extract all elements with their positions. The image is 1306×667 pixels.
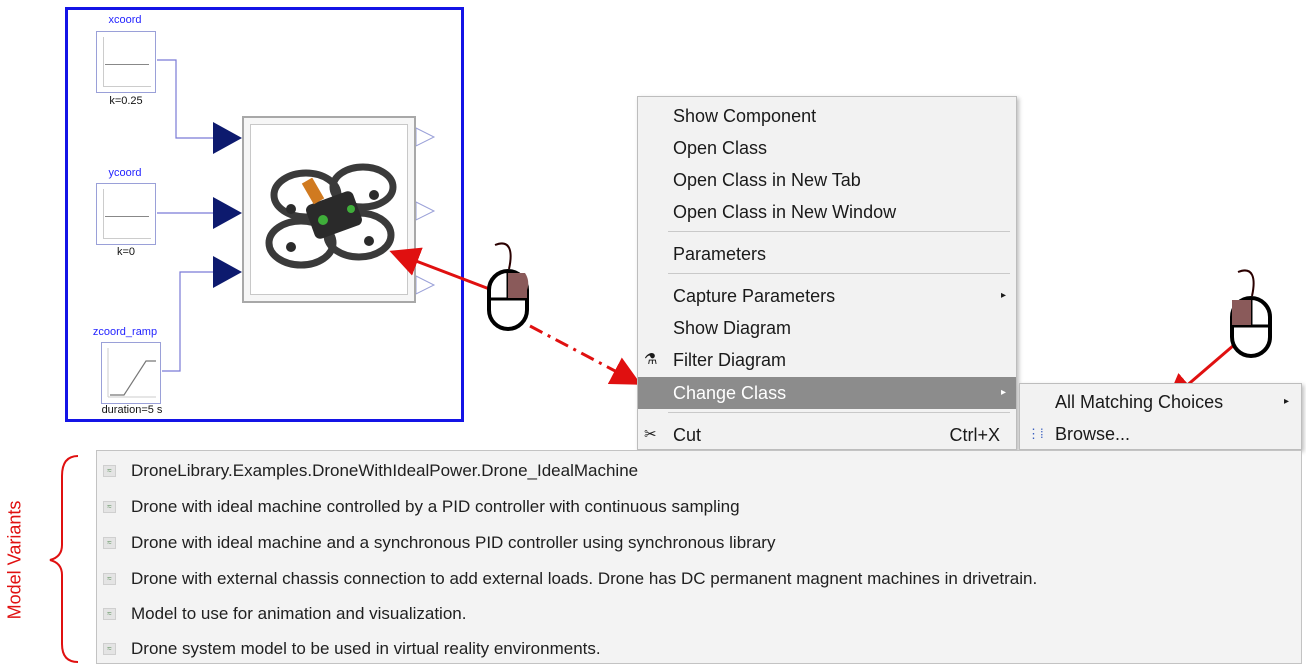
menu-item-label: Parameters	[673, 244, 767, 264]
list-item-label: Drone system model to be used in virtual…	[131, 639, 601, 658]
filter-icon: ⚗	[644, 351, 658, 368]
menu-item-label: Show Component	[673, 106, 817, 126]
submenu-arrow-icon: ▸	[1000, 290, 1006, 301]
list-item-label: Model to use for animation and visualiza…	[131, 604, 467, 623]
list-item[interactable]: ≈ Drone with ideal machine controlled by…	[97, 489, 1301, 525]
menu-item-open-class-new-tab[interactable]: Open Class in New Tab	[638, 164, 1016, 196]
menu-item-label: Cut	[673, 425, 702, 445]
change-class-submenu: All Matching Choices ▸ ⋮⁞ Browse...	[1019, 383, 1302, 450]
menu-item-show-component[interactable]: Show Component	[638, 100, 1016, 132]
submenu-item-label: Browse...	[1055, 424, 1131, 444]
list-item[interactable]: ≈ Drone with external chassis connection…	[97, 561, 1301, 597]
menu-separator	[668, 231, 1010, 232]
model-class-icon: ≈	[103, 537, 116, 549]
menu-item-label: Open Class	[673, 138, 768, 158]
menu-item-label: Filter Diagram	[673, 350, 787, 370]
model-class-icon: ≈	[103, 608, 116, 620]
menu-item-label: Open Class in New Tab	[673, 170, 861, 190]
menu-item-open-class-new-window[interactable]: Open Class in New Window	[638, 196, 1016, 228]
submenu-item-all-matching-choices[interactable]: All Matching Choices ▸	[1020, 386, 1301, 418]
list-item[interactable]: ≈ DroneLibrary.Examples.DroneWithIdealPo…	[97, 453, 1301, 489]
model-variants-annotation: Model Variants	[0, 470, 30, 650]
submenu-item-label: All Matching Choices	[1055, 392, 1224, 412]
list-item-label: DroneLibrary.Examples.DroneWithIdealPowe…	[131, 461, 639, 480]
menu-item-open-class[interactable]: Open Class	[638, 132, 1016, 164]
submenu-item-browse[interactable]: ⋮⁞ Browse...	[1020, 418, 1301, 450]
model-class-icon: ≈	[103, 573, 116, 585]
menu-separator	[668, 273, 1010, 274]
menu-item-change-class[interactable]: Change Class ▸	[638, 377, 1016, 409]
menu-item-label: Change Class	[673, 383, 787, 403]
menu-item-parameters[interactable]: Parameters	[638, 238, 1016, 270]
mouse-icon	[487, 242, 529, 331]
menu-item-filter-diagram[interactable]: ⚗ Filter Diagram	[638, 344, 1016, 376]
list-item[interactable]: ≈ Drone with ideal machine and a synchro…	[97, 525, 1301, 561]
menu-item-cut[interactable]: ✂ Cut Ctrl+X	[638, 419, 1016, 451]
mouse-icon	[1230, 269, 1272, 358]
submenu-arrow-icon: ▸	[1283, 396, 1289, 407]
menu-item-label: Capture Parameters	[673, 286, 836, 306]
list-item-label: Drone with ideal machine controlled by a…	[131, 497, 740, 516]
menu-item-label: Open Class in New Window	[673, 202, 897, 222]
model-class-icon: ≈	[103, 643, 116, 655]
menu-item-show-diagram[interactable]: Show Diagram	[638, 312, 1016, 344]
list-item[interactable]: ≈ Drone system model to be used in virtu…	[97, 631, 1301, 667]
scissors-icon: ✂	[644, 426, 657, 443]
list-item[interactable]: ≈ Model to use for animation and visuali…	[97, 596, 1301, 632]
shortcut-label: Ctrl+X	[949, 425, 1000, 445]
submenu-arrow-icon: ▸	[1000, 387, 1006, 398]
menu-separator	[668, 412, 1010, 413]
context-menu: Show Component Open Class Open Class in …	[637, 96, 1017, 450]
list-item-label: Drone with ideal machine and a synchrono…	[131, 533, 776, 552]
model-variants-label-text: Model Variants	[4, 500, 25, 620]
model-class-icon: ≈	[103, 501, 116, 513]
menu-item-label: Show Diagram	[673, 318, 792, 338]
menu-item-capture-parameters[interactable]: Capture Parameters ▸	[638, 280, 1016, 312]
list-item-label: Drone with external chassis connection t…	[131, 569, 1038, 588]
browse-tree-icon: ⋮⁞	[1027, 426, 1044, 441]
model-variants-list: ≈ DroneLibrary.Examples.DroneWithIdealPo…	[96, 450, 1302, 664]
model-class-icon: ≈	[103, 465, 116, 477]
